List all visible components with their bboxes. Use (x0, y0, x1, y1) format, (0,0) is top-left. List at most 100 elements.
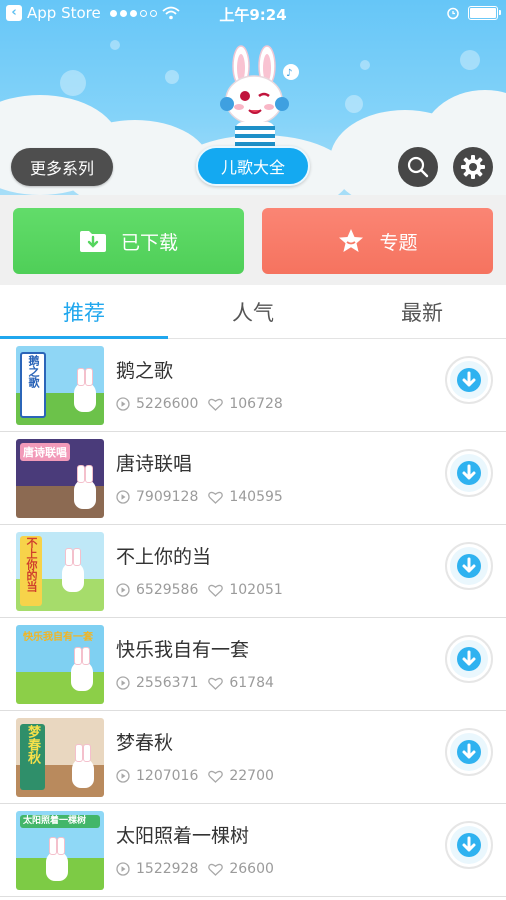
more-series-button[interactable]: 更多系列 (11, 148, 113, 186)
download-button[interactable] (445, 356, 493, 404)
thumbnail-badge: 唐诗联唱 (20, 443, 70, 461)
song-stats: 1522928 26600 (116, 861, 274, 877)
status-right (446, 6, 501, 20)
song-list: 鹅之歌 鹅之歌 5226600 106728 唐诗联唱 唐诗联唱 7909128… (0, 339, 506, 897)
status-time: 上午9:24 (219, 6, 287, 24)
play-count: 7909128 (136, 489, 199, 505)
list-item[interactable]: 快乐我自有一套 快乐我自有一套 2556371 61784 (0, 618, 506, 711)
play-count-icon (116, 490, 130, 504)
search-icon (407, 156, 429, 178)
song-thumbnail: 唐诗联唱 (16, 439, 104, 518)
more-series-label: 更多系列 (29, 159, 94, 178)
play-count-icon (116, 862, 130, 876)
heart-icon (208, 863, 224, 876)
song-stats: 6529586 102051 (116, 582, 283, 598)
play-count-icon (116, 676, 130, 690)
play-count: 1522928 (136, 861, 199, 877)
like-count: 22700 (229, 768, 274, 784)
bubble-decoration (360, 60, 370, 70)
song-stats: 1207016 22700 (116, 768, 274, 784)
topics-label: 专题 (379, 231, 418, 254)
tab-label: 推荐 (63, 301, 105, 325)
like-count: 61784 (229, 675, 274, 691)
heart-icon (208, 677, 224, 690)
thumbnail-badge: 鹅之歌 (20, 352, 46, 418)
settings-button[interactable] (453, 147, 493, 187)
download-button[interactable] (445, 449, 493, 497)
thumbnail-badge: 快乐我自有一套 (23, 632, 93, 643)
song-stats: 7909128 140595 (116, 489, 283, 505)
like-count: 140595 (229, 489, 283, 505)
play-count: 1207016 (136, 768, 199, 784)
tab-latest[interactable]: 最新 (338, 285, 506, 339)
heart-icon (208, 584, 224, 597)
downloaded-button[interactable]: 已下载 (13, 208, 244, 274)
tab-label: 最新 (401, 301, 443, 325)
download-arrow-icon (457, 554, 481, 578)
thumbnail-badge: 不上你的当 (20, 536, 42, 606)
tab-label: 人气 (232, 301, 274, 325)
heart-icon (208, 491, 224, 504)
song-title: 梦春秋 (116, 732, 174, 754)
song-title: 鹅之歌 (116, 360, 174, 382)
list-item[interactable]: 太阳照着一棵树 太阳照着一棵树 1522928 26600 (0, 804, 506, 897)
download-button[interactable] (445, 635, 493, 683)
download-arrow-icon (457, 833, 481, 857)
topics-button[interactable]: 专题 (262, 208, 493, 274)
heart-icon (208, 398, 224, 411)
song-stats: 2556371 61784 (116, 675, 274, 691)
song-thumbnail: 太阳照着一棵树 (16, 811, 104, 890)
star-icon (339, 229, 364, 252)
gear-icon (461, 155, 485, 179)
category-title-button[interactable]: 儿歌大全 (196, 146, 310, 186)
list-item[interactable]: 不上你的当 不上你的当 6529586 102051 (0, 525, 506, 618)
song-title: 太阳照着一棵树 (116, 825, 250, 847)
list-item[interactable]: 鹅之歌 鹅之歌 5226600 106728 (0, 339, 506, 432)
bubble-decoration (165, 70, 179, 84)
folder-download-icon (79, 231, 106, 252)
download-button[interactable] (445, 542, 493, 590)
play-count: 2556371 (136, 675, 199, 691)
play-count-icon (116, 583, 130, 597)
like-count: 26600 (229, 861, 274, 877)
status-bar: ‹ App Store 上午9:24 (0, 0, 506, 28)
play-count-icon (116, 769, 130, 783)
header-banner: ‹ App Store 上午9:24 ♪ 更多系列 儿歌大全 (0, 0, 506, 195)
song-title: 快乐我自有一套 (116, 639, 250, 661)
tab-recommended[interactable]: 推荐 (0, 285, 168, 339)
song-stats: 5226600 106728 (116, 396, 283, 412)
list-item[interactable]: 梦春秋 梦春秋 1207016 22700 (0, 711, 506, 804)
song-title: 唐诗联唱 (116, 453, 193, 475)
like-count: 102051 (229, 582, 283, 598)
downloaded-label: 已下载 (120, 231, 178, 254)
tab-bar: 推荐 人气 最新 (0, 285, 506, 339)
heart-icon (208, 770, 224, 783)
bubble-decoration (110, 40, 120, 50)
play-count: 6529586 (136, 582, 199, 598)
battery-icon (468, 6, 501, 20)
category-title-label: 儿歌大全 (220, 158, 285, 177)
song-title: 不上你的当 (116, 546, 212, 568)
download-arrow-icon (457, 647, 481, 671)
play-count: 5226600 (136, 396, 199, 412)
bubble-decoration (460, 50, 480, 70)
action-row: 已下载 专题 (0, 195, 506, 285)
thumbnail-badge: 太阳照着一棵树 (20, 815, 100, 828)
song-thumbnail: 鹅之歌 (16, 346, 104, 425)
song-thumbnail: 不上你的当 (16, 532, 104, 611)
download-button[interactable] (445, 821, 493, 869)
song-thumbnail: 快乐我自有一套 (16, 625, 104, 704)
alarm-icon (447, 7, 459, 20)
download-arrow-icon (457, 368, 481, 392)
tab-popular[interactable]: 人气 (169, 285, 337, 339)
download-button[interactable] (445, 728, 493, 776)
song-thumbnail: 梦春秋 (16, 718, 104, 797)
list-item[interactable]: 唐诗联唱 唐诗联唱 7909128 140595 (0, 432, 506, 525)
play-count-icon (116, 397, 130, 411)
download-arrow-icon (457, 461, 481, 485)
bunny-mascot: ♪ (220, 45, 299, 148)
like-count: 106728 (229, 396, 283, 412)
search-button[interactable] (398, 147, 438, 187)
download-arrow-icon (457, 740, 481, 764)
bubble-decoration (60, 70, 86, 96)
